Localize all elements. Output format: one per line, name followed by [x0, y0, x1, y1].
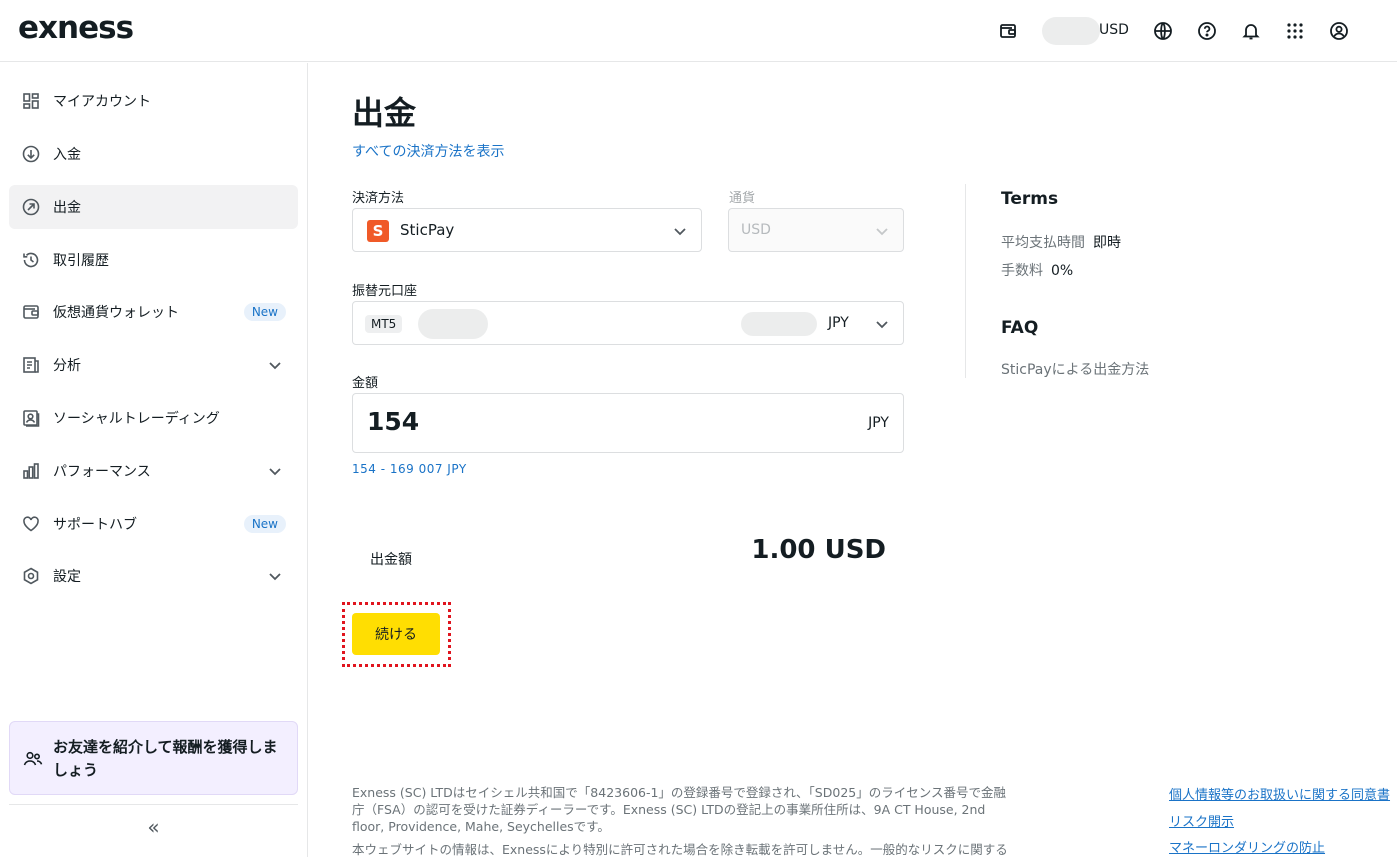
payment-method-value: SticPay	[400, 221, 455, 239]
account-type-badge: MT5	[365, 315, 403, 333]
all-payment-methods-link[interactable]: すべての決済方法を表示	[352, 141, 504, 161]
payment-method-label: 決済方法	[352, 191, 405, 206]
source-account-label: 振替元口座	[352, 284, 418, 299]
withdrawal-amount-label: 出金額	[370, 552, 412, 568]
amount-range-hint: 154 - 169 007 JPY	[352, 462, 467, 476]
payment-method-select[interactable]: S SticPay	[352, 208, 702, 252]
globe-icon[interactable]	[1152, 20, 1174, 42]
terms-heading: Terms	[1001, 189, 1059, 209]
wallet-icon	[23, 305, 39, 319]
balance-currency: USD	[1099, 22, 1129, 38]
currency-label: 通貨	[729, 191, 756, 206]
chevron-down-icon[interactable]	[266, 356, 284, 374]
footer-paragraph: 本ウェブサイトの情報は、Exnessにより特別に許可された場合を除き転載を許可し…	[352, 842, 1008, 857]
continue-button[interactable]: 続ける	[352, 613, 440, 655]
sidebar-item-crypto-wallet[interactable]: 仮想通貨ウォレット New	[9, 290, 298, 334]
amount-currency: JPY	[868, 415, 889, 431]
sidebar-item-label: ソーシャルトレーディング	[53, 411, 220, 427]
vertical-divider	[965, 184, 966, 378]
faq-link[interactable]: SticPayによる出金方法	[1001, 359, 1149, 379]
performance-icon	[23, 463, 39, 479]
sidebar-item-trade-history[interactable]: 取引履歴	[9, 238, 298, 282]
sidebar-item-label: 仮想通貨ウォレット	[53, 305, 179, 321]
account-number-blurred	[418, 309, 488, 339]
footer-legal-text: Exness (SC) LTDはセイシェル共和国で「8423606-1」の登録番…	[352, 784, 1017, 857]
wallet-icon[interactable]	[997, 20, 1019, 42]
amount-input[interactable]	[367, 407, 767, 436]
sidebar-item-label: 出金	[53, 200, 81, 216]
sidebar-item-label: 設定	[53, 569, 81, 585]
sticpay-logo-icon: S	[367, 220, 389, 242]
referral-promo-text: お友達を紹介して報酬を獲得しましょう	[53, 738, 278, 779]
chevron-down-icon	[674, 228, 686, 236]
sidebar-item-label: パフォーマンス	[53, 464, 151, 480]
term-key: 手数料	[1001, 263, 1043, 279]
new-badge: New	[243, 515, 286, 533]
footer-link-aml[interactable]: マネーロンダリングの防止	[1169, 837, 1325, 856]
sidebar-item-label: 取引履歴	[53, 253, 109, 269]
footer-paragraph: Exness (SC) LTDはセイシェル共和国で「8423606-1」の登録番…	[352, 785, 1006, 834]
chevron-down-icon	[876, 321, 888, 329]
account-balance-blurred	[741, 312, 817, 336]
amount-field[interactable]: JPY	[352, 393, 904, 453]
heart-icon	[23, 516, 39, 532]
sidebar-item-social-trading[interactable]: ソーシャルトレーディング	[9, 396, 298, 440]
sidebar-item-label: サポートハブ	[53, 517, 137, 533]
term-value: 0%	[1051, 263, 1074, 279]
term-row-processing-time: 平均支払時間 即時	[1001, 232, 1121, 252]
sidebar-item-label: 分析	[53, 358, 81, 374]
sidebar-item-performance[interactable]: パフォーマンス	[9, 449, 298, 493]
exness-logo[interactable]: exness	[18, 10, 134, 46]
dashboard-icon	[23, 93, 39, 109]
currency-value: USD	[741, 222, 771, 238]
withdraw-icon	[22, 198, 40, 216]
account-currency: JPY	[828, 315, 849, 331]
sidebar-item-deposit[interactable]: 入金	[9, 132, 298, 176]
social-trading-icon	[23, 410, 40, 427]
page-title: 出金	[352, 94, 417, 132]
deposit-icon	[22, 145, 40, 163]
amount-label: 金額	[352, 376, 379, 391]
sidebar-item-withdraw[interactable]: 出金	[9, 185, 298, 229]
user-account-icon[interactable]	[1328, 20, 1350, 42]
source-account-select[interactable]: MT5 JPY	[352, 301, 904, 345]
footer-link-privacy-consent[interactable]: 個人情報等のお取扱いに関する同意書	[1169, 784, 1390, 803]
top-header: exness USD	[0, 0, 1397, 62]
sidebar-item-support-hub[interactable]: サポートハブ New	[9, 502, 298, 546]
analytics-icon	[23, 357, 39, 373]
bell-icon[interactable]	[1240, 20, 1262, 42]
double-chevron-left-icon: «	[147, 814, 160, 839]
new-badge: New	[243, 303, 286, 321]
footer-link-risk-disclosure[interactable]: リスク開示	[1169, 811, 1234, 830]
chevron-down-icon	[876, 228, 888, 236]
sidebar-item-label: マイアカウント	[53, 94, 151, 110]
sidebar-item-label: 入金	[53, 147, 81, 163]
sidebar-item-my-account[interactable]: マイアカウント	[9, 79, 298, 123]
sidebar: マイアカウント 入金 出金 取引履歴 仮想通貨ウォレット New 分析 ソーシャ…	[0, 63, 308, 857]
term-row-fee: 手数料 0%	[1001, 260, 1073, 280]
sidebar-item-settings[interactable]: 設定	[9, 554, 298, 598]
chevron-down-icon[interactable]	[266, 462, 284, 480]
chevron-down-icon[interactable]	[266, 567, 284, 585]
sidebar-item-analytics[interactable]: 分析	[9, 343, 298, 387]
withdrawal-amount-value: 1.00 USD	[751, 535, 886, 565]
help-icon[interactable]	[1196, 20, 1218, 42]
referral-promo-card[interactable]: お友達を紹介して報酬を獲得しましょう	[9, 721, 298, 795]
term-value: 即時	[1093, 235, 1121, 251]
history-icon	[23, 252, 39, 268]
collapse-sidebar-button[interactable]: «	[9, 804, 298, 848]
referral-users-icon	[23, 751, 43, 766]
faq-heading: FAQ	[1001, 318, 1039, 338]
apps-grid-icon[interactable]	[1284, 20, 1306, 42]
balance-amount-blurred	[1042, 17, 1100, 45]
term-key: 平均支払時間	[1001, 235, 1085, 251]
settings-icon	[23, 567, 39, 585]
currency-select: USD	[728, 208, 904, 252]
